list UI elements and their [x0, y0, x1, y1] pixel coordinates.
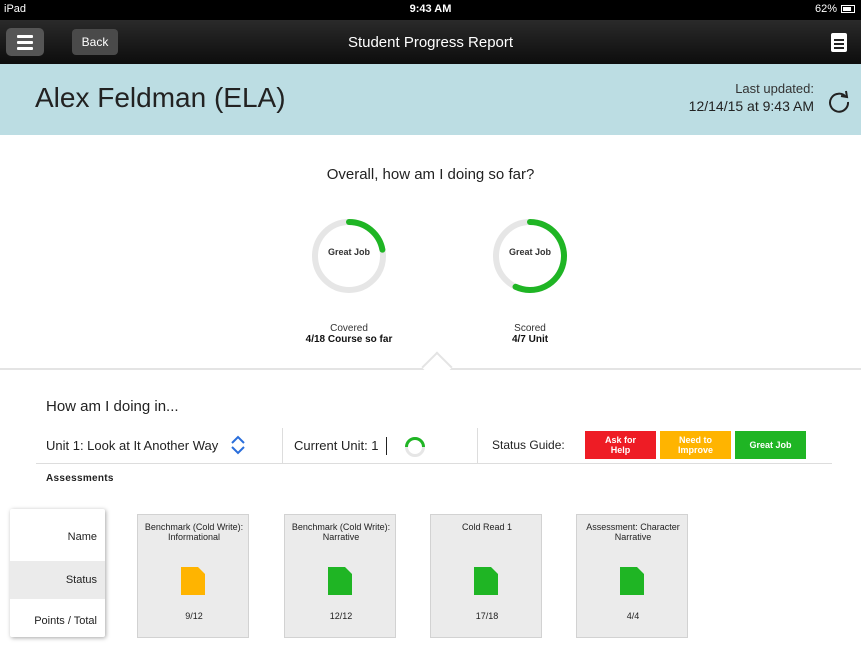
- assessment-card[interactable]: Benchmark (Cold Write): Narrative 12/12: [284, 514, 396, 638]
- battery-indicator: 62%: [815, 3, 855, 15]
- last-updated-label: Last updated:: [735, 81, 814, 96]
- guide-badge-line2: Improve: [677, 445, 713, 455]
- assessment-name: Assessment: Character Narrative: [586, 522, 680, 542]
- covered-progress-ring: Great Job: [309, 216, 389, 296]
- assessment-points: 12/12: [329, 611, 353, 621]
- row-labels-panel: Name Status Points / Total: [10, 509, 105, 637]
- row-label-points: Points / Total: [34, 615, 97, 627]
- student-name: Alex Feldman (ELA): [35, 82, 286, 113]
- filter-separator: [477, 428, 478, 464]
- report-document-icon[interactable]: [831, 33, 847, 52]
- covered-metric: Covered 4/18 Course so far: [269, 323, 429, 345]
- status-guide-label: Status Guide:: [492, 438, 565, 452]
- guide-need-to-improve: Need to Improve: [660, 431, 731, 459]
- assessment-card[interactable]: Benchmark (Cold Write): Informational 9/…: [137, 514, 249, 638]
- scored-metric: Scored 4/7 Unit: [450, 323, 610, 345]
- doing-title: How am I doing in...: [46, 398, 179, 415]
- assessment-name: Benchmark (Cold Write): Narrative: [291, 522, 391, 542]
- current-unit-label: Current Unit: 1: [294, 438, 379, 453]
- current-unit-ring-icon: [405, 437, 425, 457]
- overall-title: Overall, how am I doing so far?: [326, 166, 535, 183]
- guide-badge-line1: Ask for: [604, 435, 636, 445]
- assessments-title: Assessments: [46, 473, 114, 484]
- divider-notch: [421, 351, 453, 383]
- guide-ask-for-help: Ask for Help: [585, 431, 656, 459]
- status-document-icon: [181, 567, 205, 595]
- refresh-icon[interactable]: [827, 89, 851, 113]
- assessment-name: Benchmark (Cold Write): Informational: [144, 522, 244, 542]
- assessment-name: Cold Read 1: [461, 522, 513, 532]
- row-label-name: Name: [67, 531, 97, 543]
- nav-bar: Back Student Progress Report: [0, 20, 861, 64]
- filter-separator: [282, 428, 283, 464]
- guide-badge-line1: Great Job: [749, 440, 792, 450]
- assessment-card[interactable]: Assessment: Character Narrative 4/4: [576, 514, 688, 638]
- guide-great-job: Great Job: [735, 431, 806, 459]
- last-updated-value: 12/14/15 at 9:43 AM: [688, 98, 814, 114]
- current-unit-cursor: [386, 437, 387, 455]
- status-time: 9:43 AM: [409, 3, 452, 15]
- scored-ring-label: Great Job: [508, 247, 551, 257]
- assessment-points: 17/18: [475, 611, 499, 621]
- scored-progress-ring: Great Job: [490, 216, 570, 296]
- row-label-status: Status: [65, 574, 97, 586]
- filter-row: Unit 1: Look at It Another Way Current U…: [36, 428, 832, 464]
- assessment-points: 9/12: [185, 611, 203, 621]
- covered-value: 4/18 Course so far: [305, 334, 393, 345]
- status-document-icon: [328, 567, 352, 595]
- status-document-icon: [474, 567, 498, 595]
- assessment-points: 4/4: [626, 611, 640, 621]
- unit-select[interactable]: Unit 1: Look at It Another Way: [46, 438, 218, 453]
- guide-badge-line1: Need to: [678, 435, 712, 445]
- guide-badge-line2: Help: [610, 445, 631, 455]
- covered-label: Covered: [330, 323, 368, 334]
- assessment-card[interactable]: Cold Read 1 17/18: [430, 514, 542, 638]
- battery-percent: 62%: [814, 3, 837, 15]
- covered-ring-label: Great Job: [327, 247, 370, 257]
- battery-icon: [841, 5, 855, 13]
- student-header: Alex Feldman (ELA) Last updated: 12/14/1…: [0, 64, 861, 135]
- status-document-icon: [620, 567, 644, 595]
- status-bar: iPad 9:43 AM 62%: [0, 0, 861, 20]
- nav-title: Student Progress Report: [347, 34, 514, 51]
- up-down-chevron-icon[interactable]: [230, 435, 246, 455]
- scored-label: Scored: [514, 323, 546, 334]
- scored-value: 4/7 Unit: [511, 334, 549, 345]
